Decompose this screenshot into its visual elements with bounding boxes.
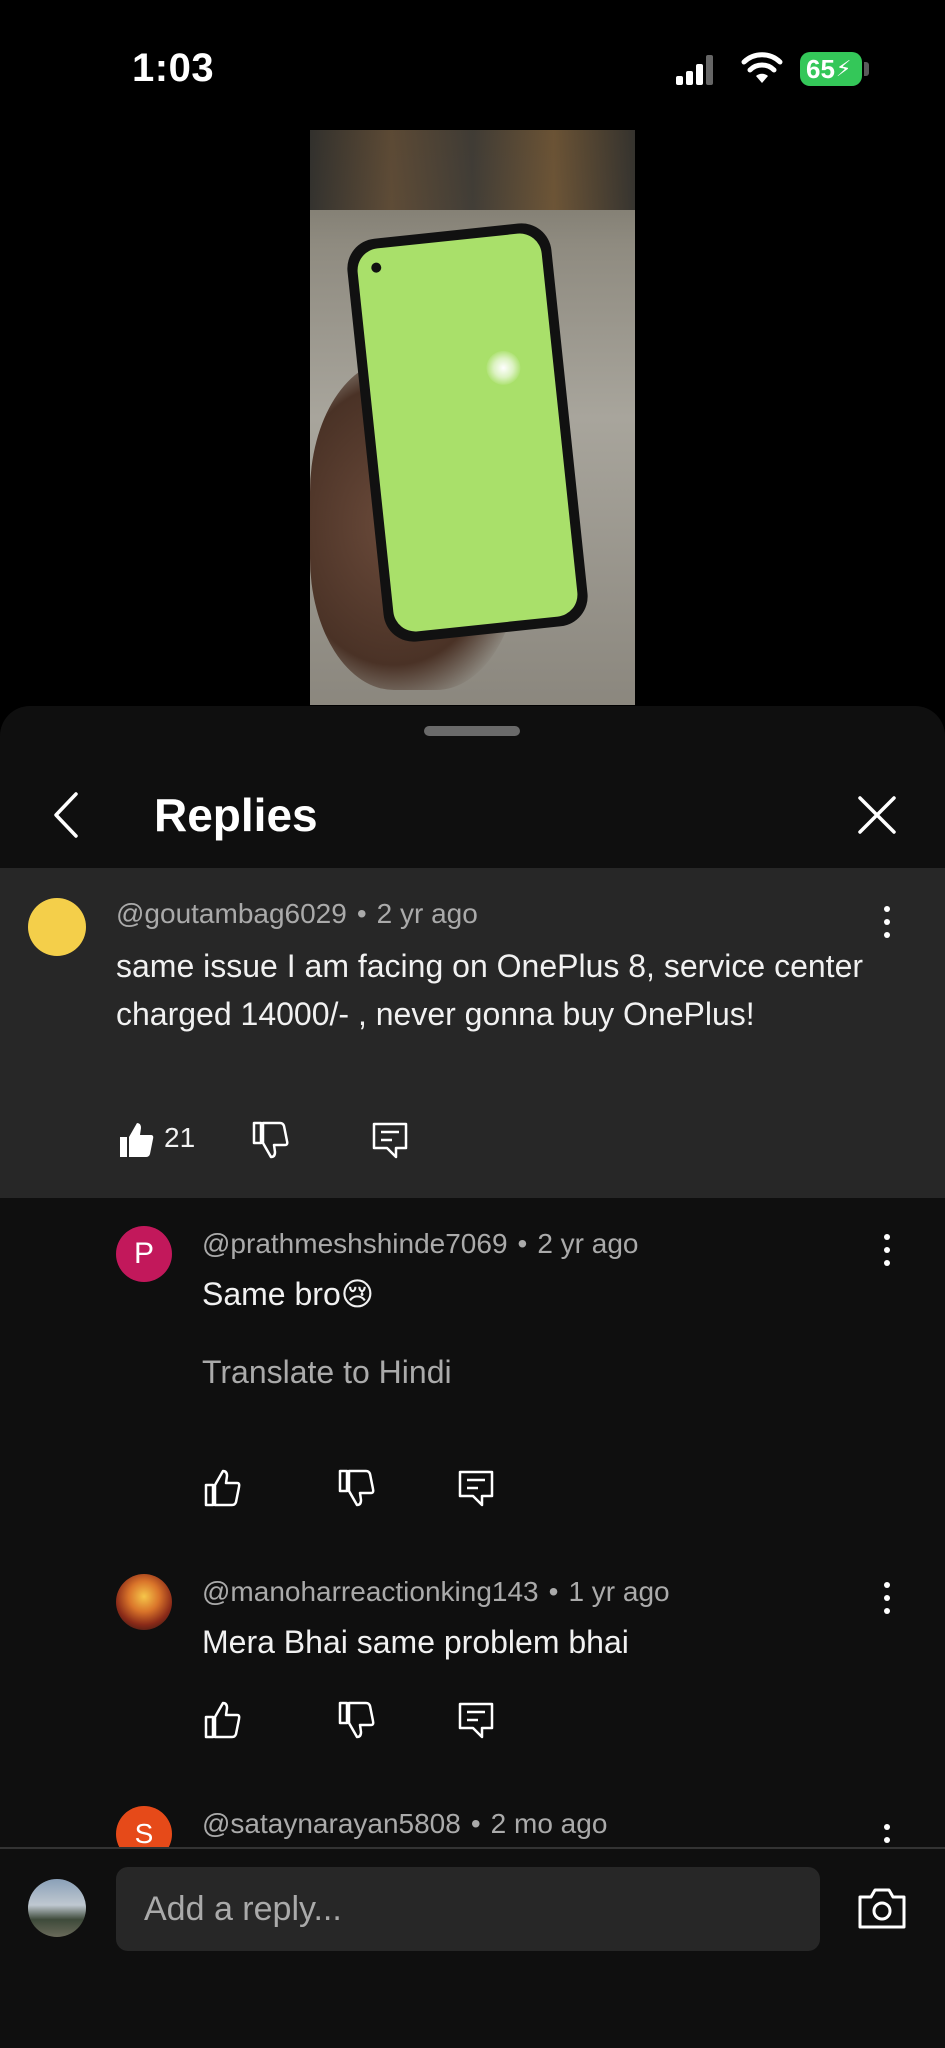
avatar[interactable] [28, 898, 86, 956]
charging-bolt-icon: ⚡ [835, 56, 852, 81]
reply-author[interactable]: @manoharreactionking143 [202, 1576, 539, 1607]
more-icon[interactable] [875, 1230, 899, 1270]
close-icon[interactable] [852, 788, 902, 842]
avatar[interactable] [116, 1574, 172, 1630]
wifi-icon [741, 52, 783, 83]
dislike-icon[interactable] [336, 1700, 376, 1740]
status-time: 1:03 [132, 46, 215, 90]
comment-author[interactable]: @goutambag6029 [116, 898, 347, 929]
like-count: 21 [164, 1122, 196, 1153]
avatar[interactable] [28, 1879, 86, 1937]
reply-input[interactable] [116, 1867, 820, 1951]
dislike-icon[interactable] [336, 1468, 376, 1508]
reply-author[interactable]: @prathmeshshinde7069 [202, 1228, 508, 1259]
video-player[interactable] [310, 130, 635, 705]
reply-icon[interactable] [456, 1468, 496, 1508]
parent-comment: @goutambag6029 • 2 yr ago same issue I am … [0, 868, 945, 1198]
meta-separator: • [517, 1228, 528, 1259]
more-icon[interactable] [875, 902, 899, 942]
sheet-title: Replies [154, 789, 318, 841]
camera-icon[interactable] [856, 1885, 908, 1931]
reply-text: Mera Bhai same problem bhai [202, 1624, 629, 1660]
reply-text-body: Same bro [202, 1276, 341, 1312]
avatar[interactable]: P [116, 1226, 172, 1282]
translate-link[interactable]: Translate to Hindi [202, 1354, 452, 1391]
reply-icon[interactable] [456, 1700, 496, 1740]
drag-handle[interactable] [424, 726, 520, 736]
video-phone-camera [370, 262, 382, 274]
more-icon[interactable] [875, 1578, 899, 1618]
like-icon[interactable] [202, 1468, 242, 1508]
meta-separator: • [356, 898, 367, 929]
reply-age: 2 mo ago [490, 1808, 608, 1839]
video-phone-glare [484, 349, 523, 387]
reply-age: 2 yr ago [537, 1228, 639, 1259]
video-phone [344, 220, 591, 645]
video-background-shelf [310, 130, 635, 210]
comment-text: same issue I am facing on OnePlus 8, ser… [116, 948, 864, 1032]
battery-indicator: 65 ⚡ [800, 52, 862, 86]
reply-meta: @sataynarayan5808 • 2 mo ago [202, 1808, 607, 1840]
comment-meta: @goutambag6029 • 2 yr ago [116, 898, 478, 930]
video-phone-screen [355, 231, 580, 634]
reply-meta: @manoharreactionking143 • 1 yr ago [202, 1576, 670, 1608]
battery-cap [864, 62, 869, 76]
meta-separator: • [470, 1808, 481, 1839]
cellular-signal-icon [676, 55, 714, 85]
reply-composer [0, 1847, 945, 2048]
like-icon[interactable] [116, 1120, 156, 1160]
back-icon[interactable] [44, 788, 90, 842]
sheet-header: Replies [0, 766, 945, 872]
reply-author[interactable]: @sataynarayan5808 [202, 1808, 461, 1839]
reply-meta: @prathmeshshinde7069 • 2 yr ago [202, 1228, 639, 1260]
crying-emoji: 😢 [340, 1275, 375, 1313]
reply-age: 1 yr ago [568, 1576, 670, 1607]
status-bar: 1:03 65 ⚡ [0, 0, 945, 130]
like-icon[interactable] [202, 1700, 242, 1740]
reply-text: Same bro😢 [202, 1270, 374, 1318]
dislike-icon[interactable] [250, 1120, 290, 1160]
reply-icon[interactable] [370, 1120, 410, 1160]
comment-age: 2 yr ago [376, 898, 478, 929]
battery-level: 65 [806, 53, 835, 84]
meta-separator: • [548, 1576, 559, 1607]
